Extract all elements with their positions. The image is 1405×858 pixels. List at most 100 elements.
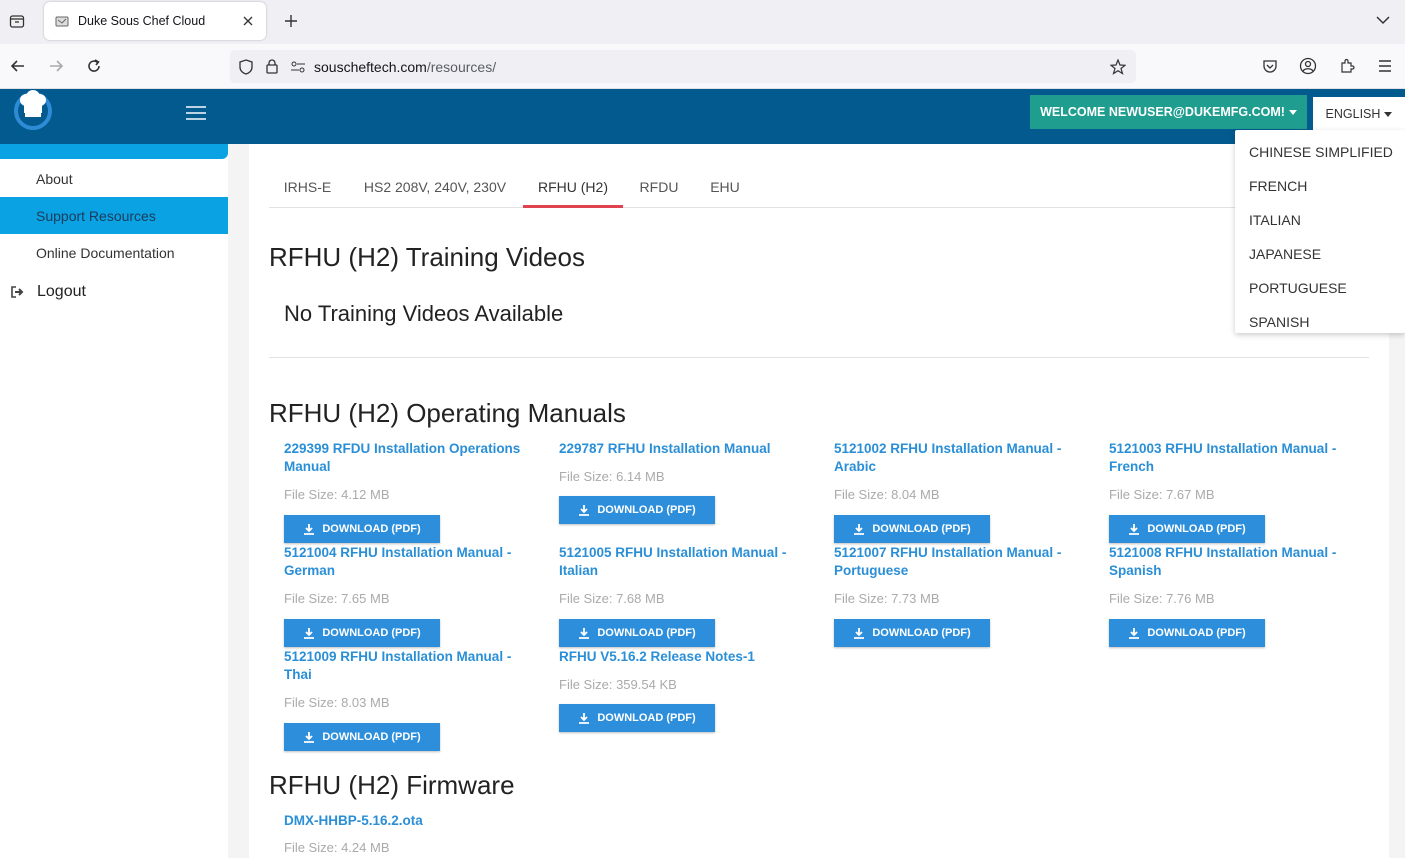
logout-link[interactable]: Logout xyxy=(10,283,86,301)
download-pdf-button[interactable]: DOWNLOAD (PDF) xyxy=(834,619,990,647)
language-option[interactable]: FRENCH xyxy=(1235,169,1405,203)
tab-irhs-e[interactable]: IRHS-E xyxy=(269,168,346,208)
sidebar-item-about[interactable]: About xyxy=(0,160,228,197)
download-label: DOWNLOAD (PDF) xyxy=(1147,523,1246,535)
download-pdf-button[interactable]: DOWNLOAD (PDF) xyxy=(559,619,715,647)
tab-rfhu-h2[interactable]: RFHU (H2) xyxy=(523,168,623,208)
sidebar-item-online-documentation[interactable]: Online Documentation xyxy=(0,234,228,271)
file-size: File Size: 7.73 MB xyxy=(834,591,940,606)
download-pdf-button[interactable]: DOWNLOAD (PDF) xyxy=(284,619,440,647)
url-path: /resources/ xyxy=(426,58,497,75)
download-pdf-button[interactable]: DOWNLOAD (PDF) xyxy=(559,496,715,524)
manual-item: 229399 RFDU Installation Operations Manu… xyxy=(284,440,529,543)
file-size: File Size: 7.67 MB xyxy=(1109,487,1215,502)
download-icon xyxy=(303,627,315,639)
file-size: File Size: 8.03 MB xyxy=(284,695,390,710)
sidebar: About Support Resources Online Documenta… xyxy=(0,144,228,858)
language-option[interactable]: JAPANESE xyxy=(1235,237,1405,271)
tab-hs2[interactable]: HS2 208V, 240V, 230V xyxy=(348,168,522,208)
download-pdf-button[interactable]: DOWNLOAD (PDF) xyxy=(834,515,990,543)
chef-hat-logo-icon[interactable] xyxy=(12,89,54,131)
manual-item: 5121005 RFHU Installation Manual - Itali… xyxy=(559,544,804,647)
manual-title-link[interactable]: 229399 RFDU Installation Operations Manu… xyxy=(284,440,529,476)
download-icon xyxy=(1128,627,1140,639)
tab-ehu[interactable]: EHU xyxy=(695,168,755,208)
lock-icon[interactable] xyxy=(262,57,282,77)
download-icon xyxy=(578,712,590,724)
download-icon xyxy=(578,627,590,639)
download-icon xyxy=(303,731,315,743)
file-size: File Size: 8.04 MB xyxy=(834,487,940,502)
manual-title-link[interactable]: 5121007 RFHU Installation Manual - Portu… xyxy=(834,544,1079,580)
language-dropdown[interactable]: ENGLISH xyxy=(1313,97,1405,131)
download-icon xyxy=(1128,523,1140,535)
download-pdf-button[interactable]: DOWNLOAD (PDF) xyxy=(1109,619,1265,647)
manual-title-link[interactable]: 5121005 RFHU Installation Manual - Itali… xyxy=(559,544,804,580)
bookmark-star-icon[interactable] xyxy=(1108,57,1128,77)
manual-title-link[interactable]: 5121003 RFHU Installation Manual - Frenc… xyxy=(1109,440,1354,476)
language-option[interactable]: CHINESE SIMPLIFIED xyxy=(1235,135,1405,169)
manual-item: 5121002 RFHU Installation Manual - Arabi… xyxy=(834,440,1079,543)
file-size: File Size: 7.76 MB xyxy=(1109,591,1215,606)
tab-rfdu[interactable]: RFDU xyxy=(625,168,693,208)
caret-down-icon xyxy=(1384,111,1393,117)
url-bar[interactable]: souscheftech.com/resources/ xyxy=(230,50,1136,83)
shield-icon[interactable] xyxy=(236,57,256,77)
language-menu: CHINESE SIMPLIFIED FRENCH ITALIAN JAPANE… xyxy=(1235,130,1405,333)
download-icon xyxy=(303,523,315,535)
site-settings-icon[interactable] xyxy=(288,57,308,77)
operating-manuals-heading: RFHU (H2) Operating Manuals xyxy=(269,398,626,428)
download-pdf-button[interactable]: DOWNLOAD (PDF) xyxy=(284,515,440,543)
firmware-title-link[interactable]: DMX-HHBP-5.16.2.ota xyxy=(284,812,529,830)
download-pdf-button[interactable]: DOWNLOAD (PDF) xyxy=(284,723,440,751)
extensions-icon[interactable] xyxy=(1335,54,1359,78)
tab-title: Duke Sous Chef Cloud xyxy=(78,14,206,28)
menu-icon[interactable] xyxy=(1373,54,1397,78)
download-pdf-button[interactable]: DOWNLOAD (PDF) xyxy=(559,704,715,732)
caret-down-icon xyxy=(1288,109,1297,115)
sidebar-item-label: About xyxy=(36,170,73,187)
forward-arrow-icon[interactable] xyxy=(44,54,68,78)
manual-title-link[interactable]: 5121008 RFHU Installation Manual - Spani… xyxy=(1109,544,1354,580)
welcome-user-dropdown[interactable]: WELCOME NEWUSER@DUKEMFG.COM! xyxy=(1030,95,1307,129)
sidebar-item-label: Support Resources xyxy=(36,207,156,224)
manual-item: 5121008 RFHU Installation Manual - Spani… xyxy=(1109,544,1354,647)
manual-title-link[interactable]: 5121009 RFHU Installation Manual - Thai xyxy=(284,648,529,684)
app-header: WELCOME NEWUSER@DUKEMFG.COM! ENGLISH xyxy=(0,89,1405,144)
language-option[interactable]: ITALIAN xyxy=(1235,203,1405,237)
account-icon[interactable] xyxy=(1296,54,1320,78)
download-pdf-button[interactable]: DOWNLOAD (PDF) xyxy=(1109,515,1265,543)
manual-title-link[interactable]: 5121004 RFHU Installation Manual - Germa… xyxy=(284,544,529,580)
no-videos-message: No Training Videos Available xyxy=(284,301,564,326)
sign-out-icon xyxy=(10,284,26,300)
chevron-down-icon[interactable] xyxy=(1373,10,1393,30)
file-size: File Size: 6.14 MB xyxy=(559,469,665,484)
manual-title-link[interactable]: RFHU V5.16.2 Release Notes-1 xyxy=(559,648,804,666)
tab-list-icon[interactable] xyxy=(6,10,28,32)
download-label: DOWNLOAD (PDF) xyxy=(872,523,971,535)
back-arrow-icon[interactable] xyxy=(6,54,30,78)
language-option[interactable]: SPANISH xyxy=(1235,305,1405,339)
manual-item: 229787 RFHU Installation Manual File Siz… xyxy=(559,440,804,524)
manual-item: RFHU V5.16.2 Release Notes-1 File Size: … xyxy=(559,648,804,732)
close-icon[interactable] xyxy=(240,13,256,29)
download-icon xyxy=(853,627,865,639)
language-label: ENGLISH xyxy=(1325,107,1381,121)
product-tabs: IRHS-E HS2 208V, 240V, 230V RFHU (H2) RF… xyxy=(269,168,1369,208)
manual-item: 5121007 RFHU Installation Manual - Portu… xyxy=(834,544,1079,647)
reload-icon[interactable] xyxy=(82,54,106,78)
download-label: DOWNLOAD (PDF) xyxy=(597,712,696,724)
browser-tab-bar: Duke Sous Chef Cloud xyxy=(0,0,1405,44)
sidebar-item-support-resources[interactable]: Support Resources xyxy=(0,197,228,234)
manual-item: 5121009 RFHU Installation Manual - Thai … xyxy=(284,648,529,751)
new-tab-icon[interactable] xyxy=(280,10,302,32)
url-text[interactable]: souscheftech.com/resources/ xyxy=(314,59,1108,75)
sidebar-active-group[interactable] xyxy=(0,144,228,159)
manual-item: 5121004 RFHU Installation Manual - Germa… xyxy=(284,544,529,647)
manual-title-link[interactable]: 229787 RFHU Installation Manual xyxy=(559,440,804,458)
language-option[interactable]: PORTUGUESE xyxy=(1235,271,1405,305)
pocket-icon[interactable] xyxy=(1258,54,1282,78)
browser-tab[interactable]: Duke Sous Chef Cloud xyxy=(44,2,266,40)
manual-title-link[interactable]: 5121002 RFHU Installation Manual - Arabi… xyxy=(834,440,1079,476)
hamburger-menu-icon[interactable] xyxy=(186,106,206,120)
